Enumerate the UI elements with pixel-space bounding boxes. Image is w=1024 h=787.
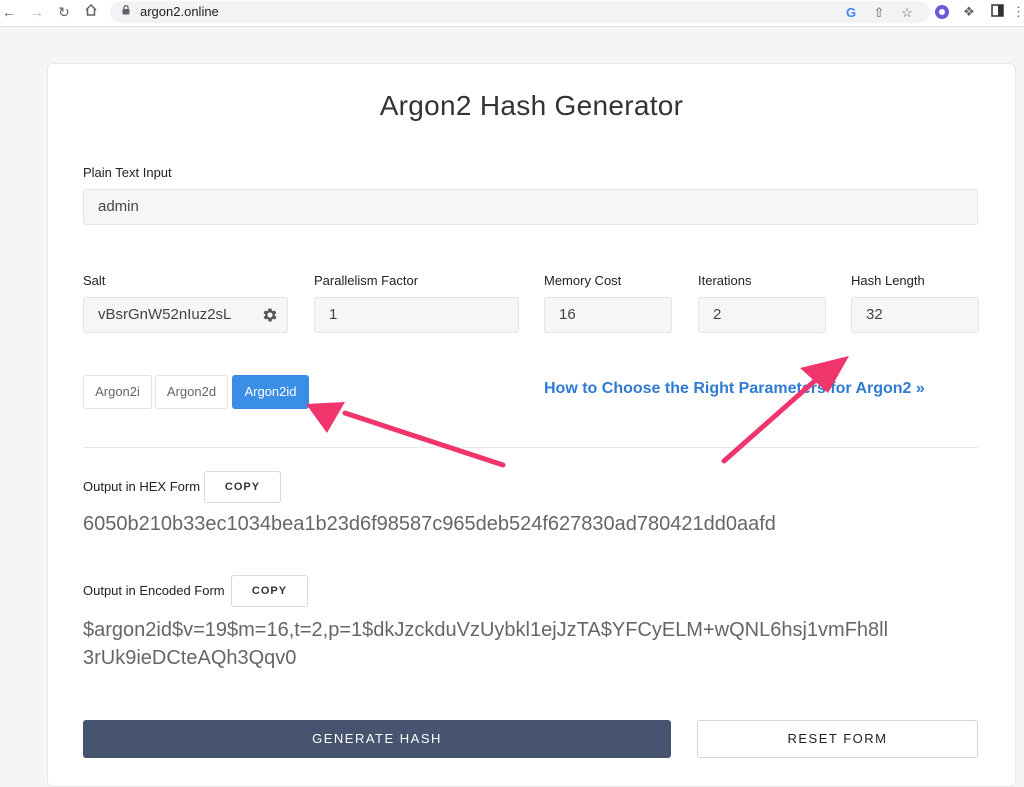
bookmark-star-icon[interactable]: ☆ [899,5,915,21]
algo-argon2i-button[interactable]: Argon2i [83,375,152,409]
home-icon[interactable] [82,3,100,21]
menu-icon[interactable]: ⋮ [1012,4,1024,20]
parallelism-label: Parallelism Factor [314,273,419,288]
salt-value: vBsrGnW52nIuz2sL [98,306,232,323]
salt-input[interactable]: vBsrGnW52nIuz2sL [83,297,288,333]
iterations-input[interactable]: 2 [698,297,826,333]
hash-length-input[interactable]: 32 [851,297,979,333]
parallelism-input[interactable]: 1 [314,297,519,333]
url-text: argon2.online [140,4,219,19]
share-icon[interactable]: ⇧ [871,5,887,21]
address-bar[interactable]: argon2.online G ⇧ ☆ [110,1,930,23]
encoded-output-line-2: 3rUk9ieDCteAQh3Qqv0 [83,647,297,669]
lock-icon [122,5,130,15]
copy-encoded-button[interactable]: COPY [231,575,308,607]
generate-hash-button[interactable]: GENERATE HASH [83,720,671,758]
algo-argon2d-button[interactable]: Argon2d [155,375,228,409]
iterations-label: Iterations [698,273,752,288]
hash-length-label: Hash Length [851,273,925,288]
back-icon[interactable]: ← [0,3,18,21]
google-icon[interactable]: G [843,5,859,21]
algo-argon2id-button[interactable]: Argon2id [232,375,309,409]
sidebar-icon[interactable] [989,4,1005,20]
parameters-help-link[interactable]: How to Choose the Right Parameters for A… [544,380,925,398]
page-title: Argon2 Hash Generator [379,90,684,121]
divider [83,447,978,448]
encoded-output-label: Output in Encoded Form [83,583,225,598]
plain-text-input[interactable]: admin [83,189,978,225]
copy-hex-button[interactable]: COPY [204,471,281,503]
browser-toolbar: ← → ↻ argon2.online G ⇧ ☆ ❖ ⋮ [0,0,1024,27]
gear-icon[interactable] [261,306,279,324]
extension-avatar-icon[interactable] [934,4,950,20]
hex-output-value: 6050b210b33ec1034bea1b23d6f98587c965deb5… [83,513,776,535]
salt-label: Salt [83,273,106,288]
hex-output-label: Output in HEX Form [83,479,201,494]
hash-generator-card: Argon2 Hash Generator Plain Text Input a… [47,63,1016,787]
reset-form-button[interactable]: RESET FORM [697,720,978,758]
memory-cost-label: Memory Cost [544,273,622,288]
reload-icon[interactable]: ↻ [55,3,73,21]
puzzle-extensions-icon[interactable]: ❖ [961,4,977,20]
plain-text-label: Plain Text Input [83,165,172,180]
memory-cost-input[interactable]: 16 [544,297,672,333]
encoded-output-line-1: $argon2id$v=19$m=16,t=2,p=1$dkJzckduVzUy… [83,619,889,641]
forward-icon[interactable]: → [28,3,46,21]
